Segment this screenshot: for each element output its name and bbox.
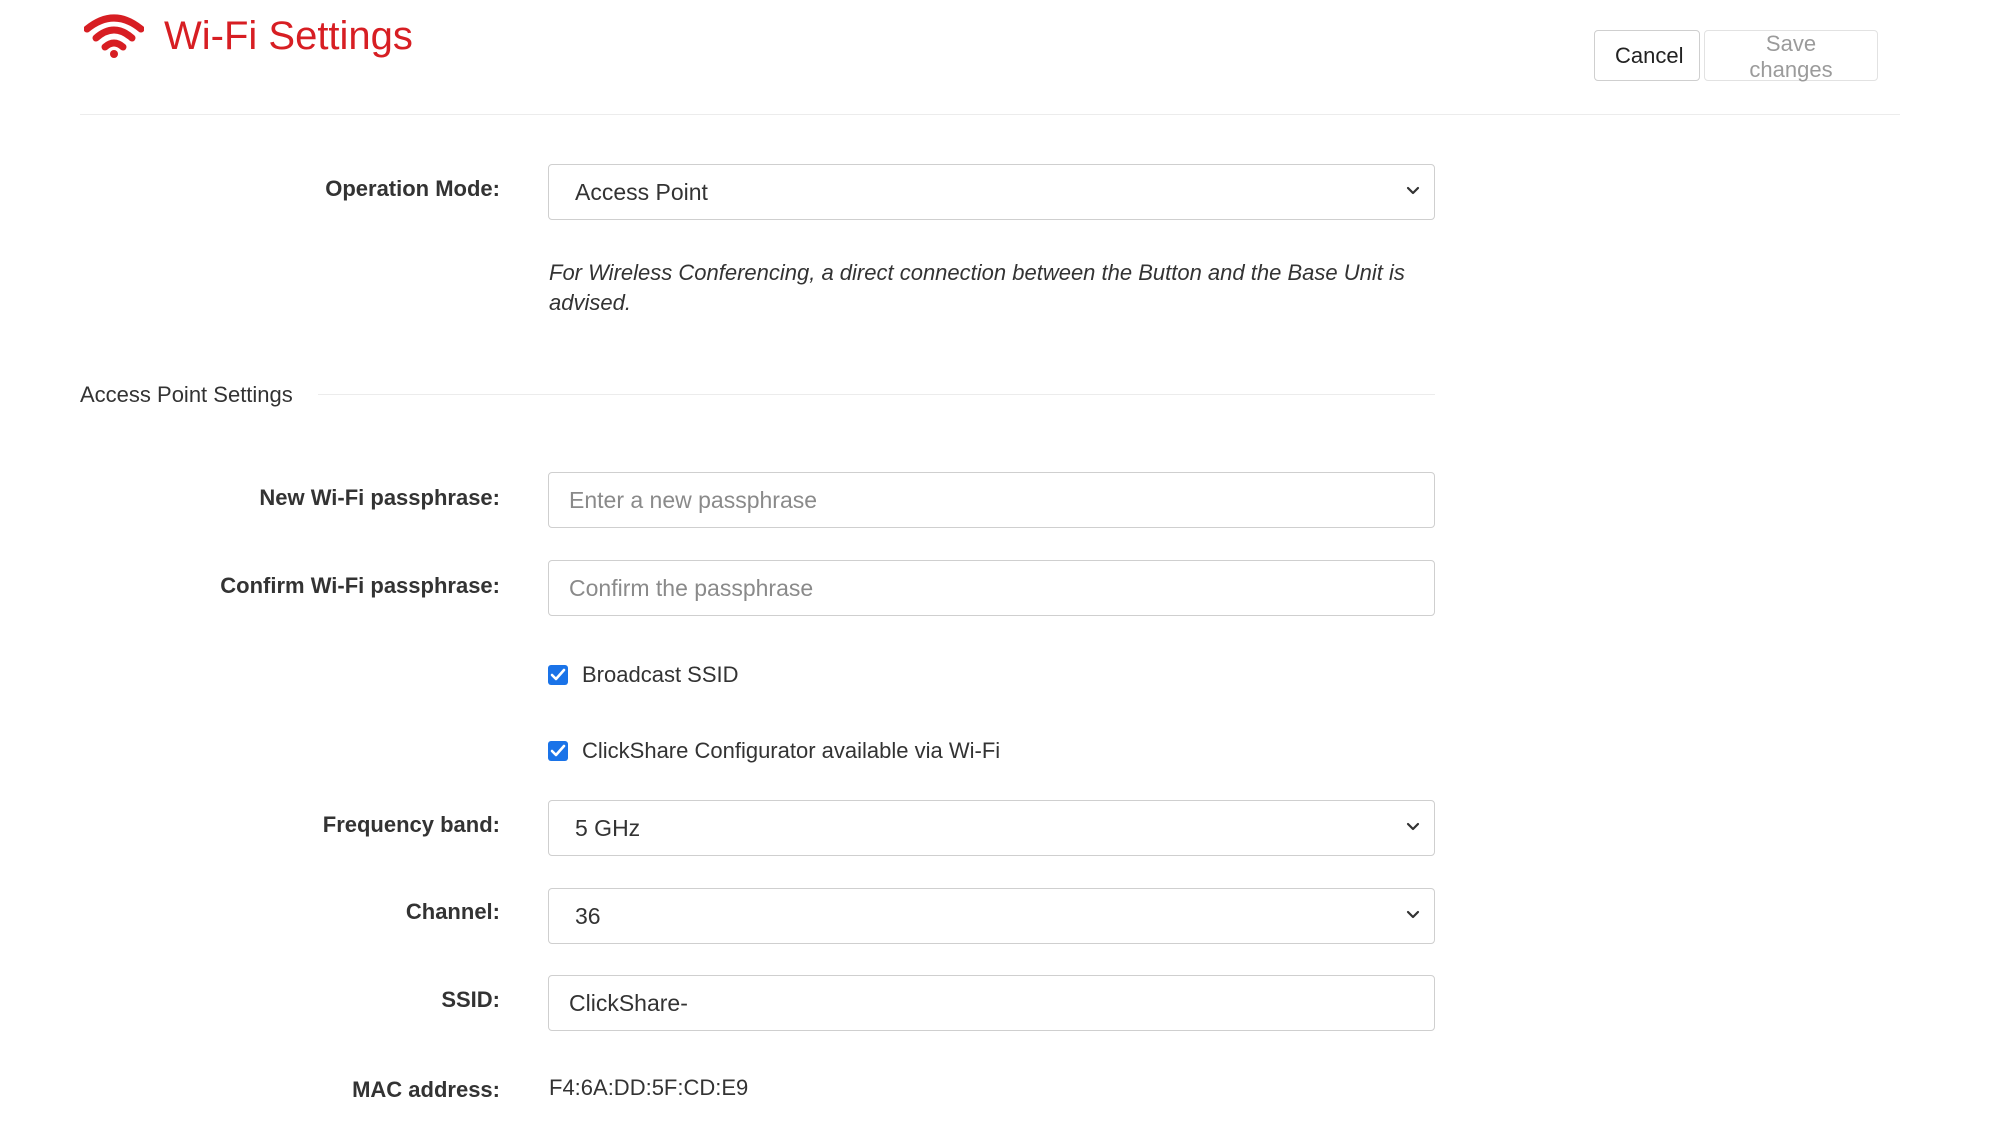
save-changes-button[interactable]: Save changes: [1704, 30, 1878, 82]
configurator-wifi-row: ClickShare Configurator available via Wi…: [548, 738, 1000, 764]
configurator-wifi-checkbox[interactable]: [548, 741, 568, 761]
section-divider: [318, 394, 1435, 395]
ssid-label: SSID:: [441, 987, 500, 1012]
section-title-access-point-settings: Access Point Settings: [80, 382, 293, 407]
operation-mode-label: Operation Mode:: [325, 176, 500, 201]
confirm-passphrase-label: Confirm Wi-Fi passphrase:: [220, 573, 500, 598]
operation-mode-value: Access Point: [575, 178, 708, 205]
channel-label: Channel:: [405, 899, 500, 924]
channel-select[interactable]: 36: [548, 888, 1435, 944]
frequency-band-select[interactable]: 5 GHz: [548, 800, 1435, 856]
cancel-button[interactable]: Cancel: [1594, 30, 1700, 81]
broadcast-ssid-checkbox[interactable]: [548, 665, 568, 685]
frequency-band-label: Frequency band:: [322, 812, 500, 837]
wifi-settings-page: Wi-Fi Settings Cancel Save changes Opera…: [0, 0, 2008, 1131]
operation-mode-select[interactable]: Access Point: [548, 164, 1435, 220]
wifi-icon: [84, 14, 144, 58]
checkmark-icon: [550, 744, 566, 757]
mac-address-label: MAC address:: [352, 1077, 500, 1102]
mac-address-value: F4:6A:DD:5F:CD:E9: [549, 1075, 749, 1100]
chevron-down-icon: [1406, 186, 1420, 195]
new-passphrase-label: New Wi-Fi passphrase:: [259, 485, 500, 510]
ssid-input[interactable]: [548, 975, 1435, 1031]
broadcast-ssid-label: Broadcast SSID: [582, 662, 739, 687]
configurator-wifi-label: ClickShare Configurator available via Wi…: [582, 738, 1001, 763]
broadcast-ssid-row: Broadcast SSID: [548, 662, 739, 688]
checkmark-icon: [550, 668, 566, 681]
chevron-down-icon: [1406, 910, 1420, 919]
page-header: Wi-Fi Settings Cancel Save changes: [80, 0, 1900, 115]
new-passphrase-input[interactable]: [548, 472, 1435, 528]
page-title: Wi-Fi Settings: [164, 14, 413, 58]
title-area: Wi-Fi Settings: [84, 8, 413, 64]
confirm-passphrase-input[interactable]: [548, 560, 1435, 616]
chevron-down-icon: [1406, 822, 1420, 831]
operation-mode-help-text: For Wireless Conferencing, a direct conn…: [549, 260, 1405, 315]
frequency-band-value: 5 GHz: [575, 814, 641, 841]
channel-value: 36: [575, 902, 601, 929]
